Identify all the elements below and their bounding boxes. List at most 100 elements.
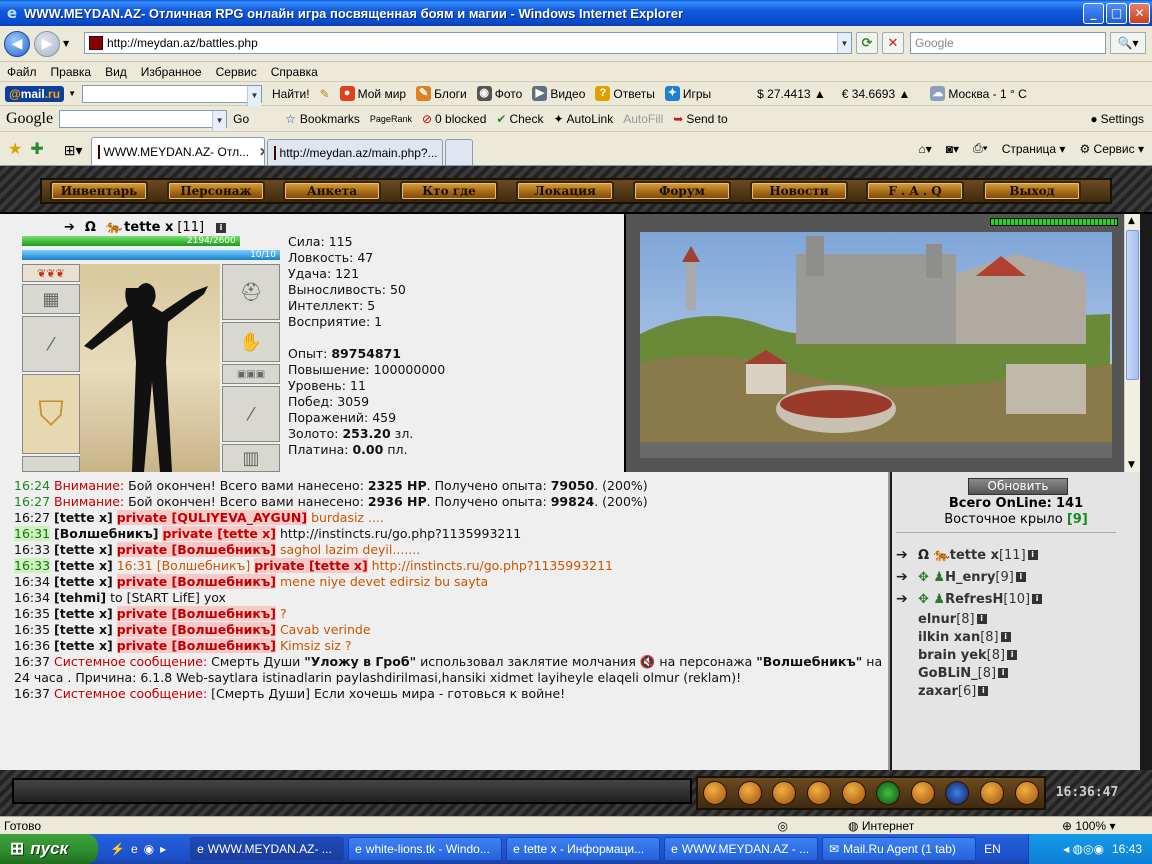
google-search-dropdown-icon[interactable]: ▼ <box>212 110 227 131</box>
private-arrow-icon[interactable]: ➔ <box>896 591 918 607</box>
chat-text[interactable]: private [Волшебникъ] <box>116 638 276 653</box>
spellcheck-button[interactable]: ✔ Check <box>496 112 543 126</box>
taskbar-button-mailagent[interactable]: ✉ Mail.Ru Agent (1 tab) <box>822 837 977 861</box>
nav-forum[interactable]: Форум <box>633 181 731 201</box>
nav-news[interactable]: Новости <box>750 181 848 201</box>
online-user[interactable]: ➔ Ω 🐅 tette x [11] i <box>896 544 1136 566</box>
add-favorites-icon[interactable]: ✚ <box>30 139 43 159</box>
home-icon[interactable]: ⌂▾ <box>919 142 932 156</box>
chat-time[interactable]: 16:24 <box>14 478 50 493</box>
location-panorama[interactable] <box>624 214 1126 472</box>
mailru-item-games[interactable]: ✦ Игры <box>664 86 711 101</box>
feeds-icon[interactable]: ◙▾ <box>946 142 959 156</box>
chat-time[interactable]: 16:35 <box>14 606 50 621</box>
armor-slot[interactable]: ⛉ <box>22 374 80 454</box>
chat-text[interactable]: private [tette x] <box>254 558 368 573</box>
language-indicator[interactable]: EN <box>984 842 1001 856</box>
taskbar-button-whitelions[interactable]: e white-lions.tk - Windo... <box>348 837 503 861</box>
autolink-button[interactable]: ✦ AutoLink <box>553 112 613 126</box>
scroll-up-icon[interactable]: ▲ <box>1128 216 1135 226</box>
search-button[interactable]: 🔍▾ <box>1110 32 1146 54</box>
online-user-name[interactable]: H_enry <box>945 570 995 585</box>
google-logo[interactable]: Google <box>6 110 53 128</box>
google-search-input[interactable]: ▼ <box>59 109 228 131</box>
chat-text[interactable]: [tette x] <box>54 622 113 637</box>
chat-text[interactable]: private [QULIYEVA_AYGUN] <box>116 510 308 525</box>
eur-rate[interactable]: € 34.6693 ▲ <box>842 87 911 101</box>
boots-slot[interactable]: ▥ <box>222 444 280 472</box>
exit-arrow-icon[interactable] <box>703 781 728 805</box>
nav-faq[interactable]: F . A . Q <box>866 181 964 201</box>
quicklaunch-icons[interactable]: ⚡e◉▸ <box>110 842 172 856</box>
taskbar-button-meydan[interactable]: e WWW.MEYDAN.AZ- ... <box>190 837 345 861</box>
chat-time[interactable]: 16:27 <box>14 494 50 509</box>
favorites-star-icon[interactable]: ★ <box>8 139 22 159</box>
forward-button[interactable]: ▶ <box>34 30 60 57</box>
taskbar-button-tette[interactable]: e tette x - Информаци... <box>506 837 661 861</box>
privacy-icon[interactable]: ◎ <box>778 819 788 833</box>
info-icon[interactable]: i <box>998 668 1009 678</box>
scroll-thumb[interactable] <box>1126 230 1139 380</box>
map-icon[interactable] <box>945 781 970 805</box>
online-user[interactable]: ➔ ✥ ♟ RefresH [10] i <box>896 588 1136 610</box>
clear-chat-icon[interactable] <box>772 781 797 805</box>
window-titlebar[interactable]: e WWW.MEYDAN.AZ- Отличная RPG онлайн игр… <box>0 0 1152 26</box>
url-field[interactable]: http://meydan.az/battles.php ▼ <box>84 32 852 54</box>
mailru-logo[interactable]: @mail.ru <box>5 85 65 102</box>
rings-slot[interactable]: ▣▣▣ <box>222 364 280 384</box>
menu-file[interactable]: Файл <box>0 65 44 79</box>
menu-help[interactable]: Справка <box>264 65 325 79</box>
chat-time[interactable]: 16:37 <box>14 686 50 701</box>
online-user[interactable]: GoBLiN_ [8] i <box>896 664 1136 682</box>
stop-button[interactable]: ✕ <box>882 32 904 54</box>
chat-text[interactable]: [tehmi] <box>54 590 106 605</box>
online-user-name[interactable]: brain yek <box>918 648 987 663</box>
chat-time[interactable]: 16:33 <box>14 558 51 573</box>
nav-location[interactable]: Локация <box>516 181 614 201</box>
emote-icon[interactable] <box>1014 781 1039 805</box>
url-dropdown-icon[interactable]: ▼ <box>837 33 851 53</box>
info-icon[interactable]: i <box>1007 650 1018 660</box>
chat-time[interactable]: 16:31 <box>14 526 51 541</box>
online-user-name[interactable]: ilkin xan <box>918 630 980 645</box>
menu-tools[interactable]: Сервис <box>209 65 264 79</box>
mailru-search-dropdown-icon[interactable]: ▼ <box>246 85 261 106</box>
online-user[interactable]: elnur [8] i <box>896 610 1136 628</box>
character-name[interactable]: tette x <box>124 220 173 235</box>
mailru-search-input[interactable]: ▼ <box>81 84 262 106</box>
popup-blocked[interactable]: ⊘ 0 blocked <box>422 112 486 126</box>
history-dropdown-icon[interactable]: ▼ <box>63 39 69 48</box>
arrow-icon[interactable]: ➔ <box>64 220 75 235</box>
pencil-icon[interactable]: ✎ <box>320 87 330 101</box>
online-user[interactable]: brain yek [8] i <box>896 646 1136 664</box>
filter-icon[interactable] <box>841 781 866 805</box>
nav-exit[interactable]: Выход <box>983 181 1081 201</box>
chat-text[interactable]: private [Волшебникъ] <box>116 606 276 621</box>
chat-text[interactable]: [tette x] <box>54 606 113 621</box>
weapon-slot[interactable]: ⁄ <box>22 316 80 372</box>
nav-profile[interactable]: Анкета <box>283 181 381 201</box>
back-button[interactable]: ◀ <box>4 30 30 57</box>
search-input[interactable]: Google <box>910 32 1106 54</box>
online-user-name[interactable]: GoBLiN_ <box>918 666 978 681</box>
refresh-online-button[interactable]: Обновить <box>968 478 1068 495</box>
maximize-button[interactable]: □ <box>1106 2 1127 24</box>
tab-meydan-battles[interactable]: WWW.MEYDAN.AZ- Отл... ✕ <box>90 137 265 165</box>
chat-time[interactable]: 16:37 <box>14 654 50 669</box>
minimize-button[interactable]: _ <box>1083 2 1104 24</box>
chat-text[interactable]: private [Волшебникъ] <box>116 574 276 589</box>
new-tab-button[interactable] <box>444 139 473 165</box>
tools-menu[interactable]: ⚙ Сервис ▾ <box>1079 142 1144 156</box>
chat-text[interactable]: private [tette x] <box>162 526 276 541</box>
nav-inventory[interactable]: Инвентарь <box>50 181 148 201</box>
nav-who-where[interactable]: Кто где <box>400 181 498 201</box>
scroll-lock-icon[interactable] <box>807 781 832 805</box>
private-arrow-icon[interactable]: ➔ <box>896 547 918 563</box>
chat-time[interactable]: 16:33 <box>14 542 50 557</box>
chat-text[interactable]: [tette x] <box>54 558 113 573</box>
online-user[interactable]: zaxar [6] i <box>896 682 1136 700</box>
online-user[interactable]: ➔ ✥ ♟ H_enry [9] i <box>896 566 1136 588</box>
belt-slot[interactable] <box>22 456 80 472</box>
pagerank-button[interactable]: PageRank <box>370 114 412 124</box>
clan-chat-icon[interactable] <box>910 781 935 805</box>
